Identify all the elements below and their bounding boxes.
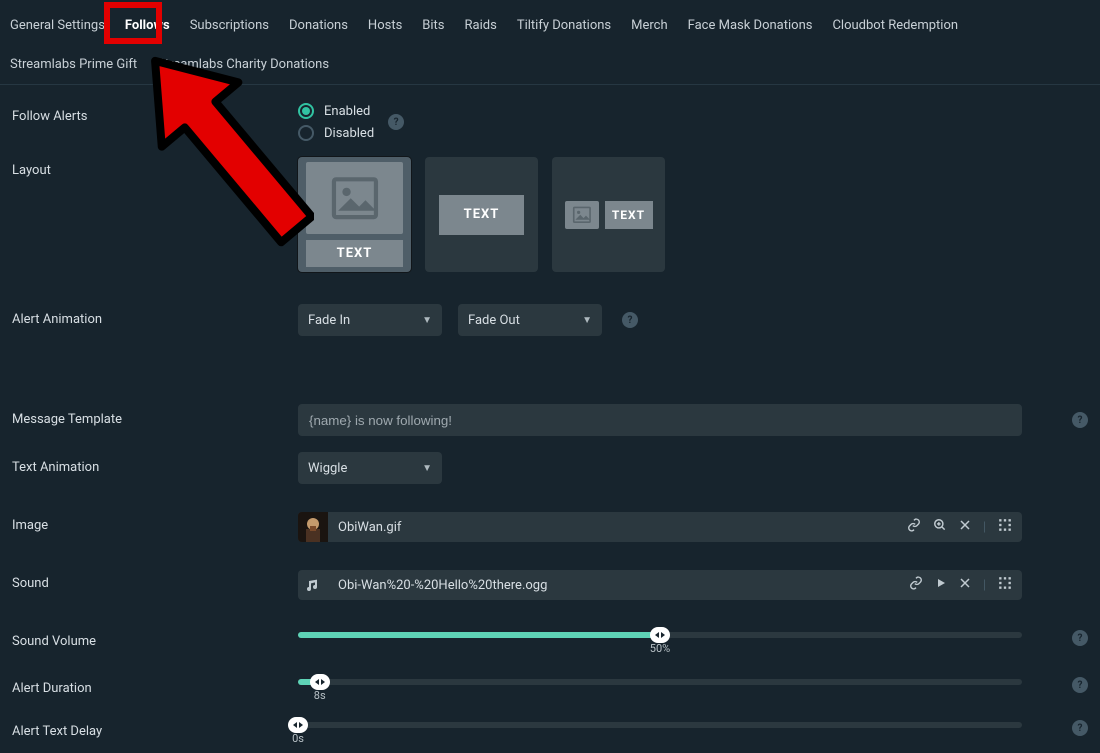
radio-disabled-label: Disabled bbox=[324, 126, 374, 141]
tab-hosts[interactable]: Hosts bbox=[358, 6, 412, 45]
close-icon[interactable] bbox=[959, 519, 971, 535]
chevron-down-icon: ▼ bbox=[582, 315, 592, 326]
alert-duration-slider[interactable]: 8s bbox=[298, 675, 1022, 685]
image-file-name: ObiWan.gif bbox=[338, 520, 401, 535]
help-icon[interactable]: ? bbox=[1072, 412, 1088, 428]
play-icon[interactable] bbox=[935, 577, 947, 593]
link-icon[interactable] bbox=[907, 518, 921, 536]
zoom-icon[interactable] bbox=[933, 518, 947, 536]
tab-streamlabs-prime-gift[interactable]: Streamlabs Prime Gift bbox=[0, 45, 147, 84]
tab-face-mask-donations[interactable]: Face Mask Donations bbox=[678, 6, 823, 45]
radio-dot-icon bbox=[298, 125, 314, 141]
music-icon bbox=[298, 570, 328, 600]
tab-tiltify-donations[interactable]: Tiltify Donations bbox=[507, 6, 621, 45]
chevron-down-icon: ▼ bbox=[422, 315, 432, 326]
tab-follows[interactable]: Follows bbox=[115, 6, 180, 45]
radio-enabled[interactable]: Enabled bbox=[298, 103, 374, 119]
radio-dot-icon bbox=[298, 103, 314, 119]
select-animation-in[interactable]: Fade In ▼ bbox=[298, 304, 442, 336]
message-template-input[interactable] bbox=[298, 404, 1022, 436]
expand-icon[interactable] bbox=[998, 576, 1012, 594]
label-follow-alerts: Follow Alerts bbox=[0, 103, 298, 124]
sound-volume-slider[interactable]: 50% bbox=[298, 628, 1022, 638]
tab-general-settings[interactable]: General Settings bbox=[0, 6, 115, 45]
label-alert-duration: Alert Duration bbox=[0, 675, 298, 696]
label-sound-volume: Sound Volume bbox=[0, 628, 298, 649]
layout-text-label: TEXT bbox=[306, 240, 403, 267]
tab-cloudbot-redemption[interactable]: Cloudbot Redemption bbox=[822, 6, 968, 45]
help-icon[interactable]: ? bbox=[388, 114, 404, 130]
slider-value: 50% bbox=[650, 642, 670, 655]
label-alert-animation: Alert Animation bbox=[0, 304, 298, 327]
layout-text-label: TEXT bbox=[439, 195, 524, 235]
layout-card-image-above-text[interactable]: TEXT bbox=[298, 157, 411, 272]
image-placeholder-icon bbox=[565, 201, 599, 229]
help-icon[interactable]: ? bbox=[1072, 677, 1088, 693]
sound-file-row: Obi-Wan%20-%20Hello%20there.ogg | bbox=[298, 570, 1022, 600]
tab-donations[interactable]: Donations bbox=[279, 6, 358, 45]
select-value: Wiggle bbox=[308, 461, 347, 476]
label-sound: Sound bbox=[0, 570, 298, 591]
chevron-down-icon: ▼ bbox=[422, 463, 432, 474]
sound-file-name: Obi-Wan%20-%20Hello%20there.ogg bbox=[338, 578, 547, 593]
label-image: Image bbox=[0, 512, 298, 533]
help-icon[interactable]: ? bbox=[1072, 630, 1088, 646]
follow-alerts-radios: Enabled Disabled bbox=[298, 103, 374, 141]
select-animation-out[interactable]: Fade Out ▼ bbox=[458, 304, 602, 336]
tab-subscriptions[interactable]: Subscriptions bbox=[180, 6, 279, 45]
layout-text-label: TEXT bbox=[605, 201, 653, 229]
tab-streamlabs-charity-donations[interactable]: Streamlabs Charity Donations bbox=[147, 45, 339, 84]
tabs-bar: General Settings Follows Subscriptions D… bbox=[0, 0, 1100, 85]
tab-merch[interactable]: Merch bbox=[621, 6, 678, 45]
alert-text-delay-slider[interactable]: 0s bbox=[298, 718, 1022, 728]
radio-enabled-label: Enabled bbox=[324, 104, 370, 119]
label-alert-text-delay: Alert Text Delay bbox=[0, 718, 298, 739]
help-icon[interactable]: ? bbox=[1072, 720, 1088, 736]
help-icon[interactable]: ? bbox=[622, 312, 638, 328]
tab-bits[interactable]: Bits bbox=[412, 6, 454, 45]
select-value: Fade In bbox=[308, 313, 350, 328]
slider-value: 8s bbox=[314, 689, 326, 702]
select-text-animation[interactable]: Wiggle ▼ bbox=[298, 452, 442, 484]
label-message-template: Message Template bbox=[0, 404, 298, 427]
layout-card-text-only[interactable]: TEXT bbox=[425, 157, 538, 272]
label-text-animation: Text Animation bbox=[0, 452, 298, 475]
slider-value: 0s bbox=[292, 732, 304, 745]
expand-icon[interactable] bbox=[998, 518, 1012, 536]
select-value: Fade Out bbox=[468, 313, 520, 328]
image-thumbnail[interactable] bbox=[298, 512, 328, 542]
image-file-row: ObiWan.gif | bbox=[298, 512, 1022, 542]
tab-raids[interactable]: Raids bbox=[455, 6, 507, 45]
label-layout: Layout bbox=[0, 157, 298, 178]
radio-disabled[interactable]: Disabled bbox=[298, 125, 374, 141]
layout-card-image-beside-text[interactable]: TEXT bbox=[552, 157, 665, 272]
image-placeholder-icon bbox=[306, 162, 403, 234]
link-icon[interactable] bbox=[909, 576, 923, 594]
close-icon[interactable] bbox=[959, 577, 971, 593]
